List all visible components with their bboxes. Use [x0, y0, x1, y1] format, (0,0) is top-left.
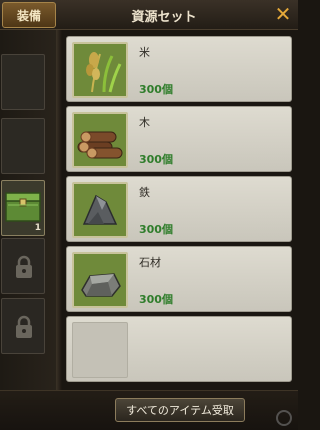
column-divider — [56, 30, 62, 390]
resource-name: 鉄 — [139, 186, 150, 199]
left-slot-empty[interactable] — [1, 54, 45, 110]
resource-qty: 300個 — [139, 293, 173, 306]
left-slot-empty[interactable] — [1, 118, 45, 174]
wood-log-icon — [72, 112, 128, 168]
resource-item-empty — [66, 316, 292, 382]
resource-item-wood[interactable]: 木 300個 — [66, 106, 292, 172]
left-slot-column: 1 — [0, 30, 62, 390]
slot-count: 1 — [34, 223, 41, 233]
claim-all-button[interactable]: すべてのアイテム受取 — [115, 398, 245, 422]
watermark-logo — [276, 410, 292, 426]
rice-icon — [72, 42, 128, 98]
resource-qty: 300個 — [139, 223, 173, 236]
resource-qty: 300個 — [139, 83, 173, 96]
resource-item-stone[interactable]: 石材 300個 — [66, 246, 292, 312]
resource-item-iron[interactable]: 鉄 300個 — [66, 176, 292, 242]
left-slot-locked — [1, 298, 45, 354]
equip-tab[interactable]: 装備 — [2, 2, 56, 28]
resource-name: 木 — [139, 116, 150, 129]
resource-item-rice[interactable]: 米 300個 — [66, 36, 292, 102]
lock-icon — [16, 315, 32, 338]
resource-name: 石材 — [139, 256, 161, 269]
top-bar: 装備 資源セット ✕ — [0, 0, 298, 30]
left-slot-chest[interactable]: 1 — [1, 180, 45, 236]
empty-slot — [72, 322, 128, 378]
lock-icon — [16, 255, 32, 278]
left-slot-locked — [1, 238, 45, 294]
stone-block-icon — [72, 252, 128, 308]
panel-title: 資源セット — [131, 9, 197, 25]
resource-name: 米 — [139, 46, 150, 59]
close-icon[interactable]: ✕ — [272, 3, 294, 25]
resource-list: 米 300個 木 300個 鉄 300個 石材 300個 — [66, 36, 292, 391]
resource-qty: 300個 — [139, 153, 173, 166]
iron-ore-icon — [72, 182, 128, 238]
